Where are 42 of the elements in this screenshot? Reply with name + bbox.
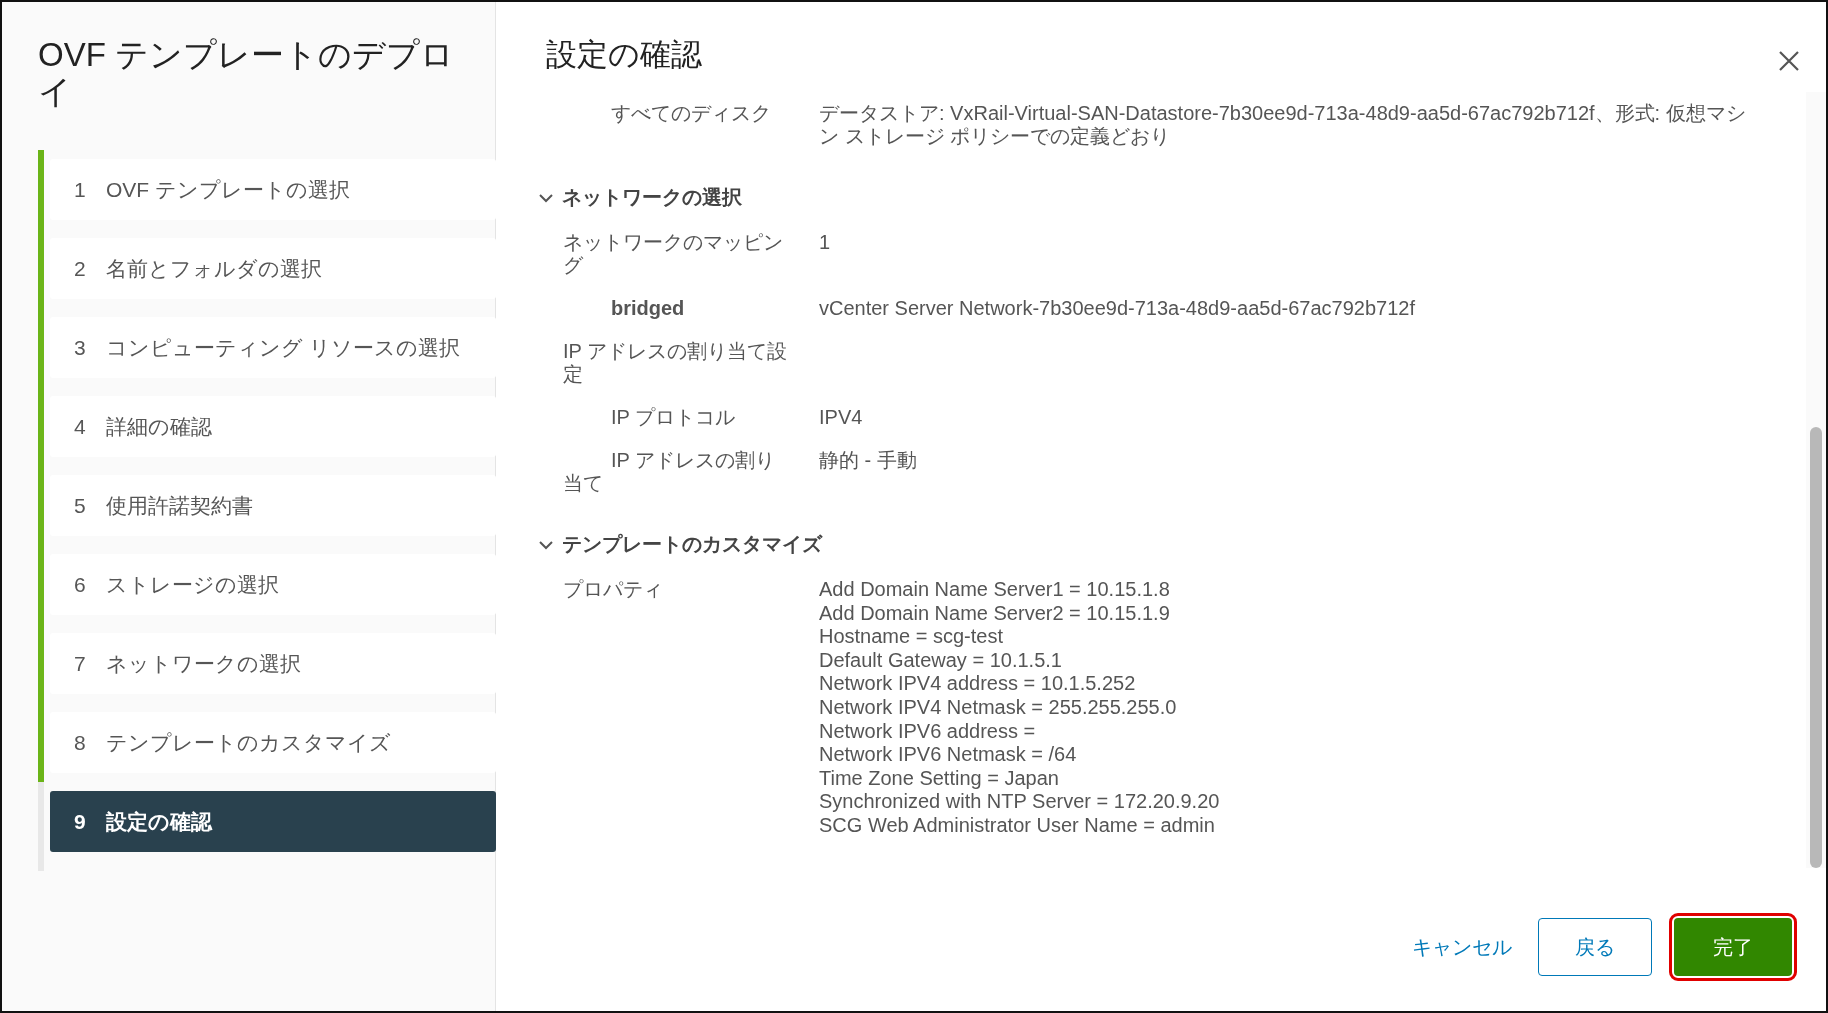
wizard-step[interactable]: 5 使用許諾契約書 (50, 475, 496, 536)
property-value: vCenter Server Network-7b30ee9d-713a-48d9-aa5d-67ac792b712f (819, 297, 1416, 320)
wizard-step[interactable]: 8 テンプレートのカスタマイズ (50, 712, 496, 773)
wizard-step[interactable]: 3 コンピューティング リソースの選択 (50, 317, 496, 378)
wizard-title: OVF テンプレートのデプロイ (38, 36, 455, 110)
property-value: データストア: VxRail-Virtual-SAN-Datastore-7b30ee9d-713a-48d9-aa5d-67ac792b712f、形式: 仮想マシン ストレージ ポリシーでの定義どおり (819, 102, 1747, 148)
property-line: Default Gateway = 10.1.5.1 (819, 648, 1063, 673)
property-line: Add Domain Name Server1 = 10.15.1.8 (819, 578, 1171, 602)
property-line: Network IPV4 Netmask = 255.255.255.0 (819, 695, 1178, 720)
wizard-step[interactable]: 6 ストレージの選択 (50, 554, 496, 615)
property-line: SCG Web Administrator User Name = admin (819, 813, 1216, 838)
property-label: IP プロトコル (610, 406, 737, 429)
close-icon[interactable] (1778, 50, 1800, 72)
back-button[interactable]: 戻る (1538, 918, 1652, 976)
chevron-icon (538, 191, 554, 204)
property-label: ネットワークのマッピング (563, 231, 784, 277)
property-line: Hostname = scg-test (819, 625, 1004, 649)
property-value: 1 (819, 231, 832, 255)
property-label: bridged (610, 297, 686, 320)
property-label: IP アドレスの割り当て設定 (563, 340, 789, 386)
property-label: すべてのディスク (610, 102, 772, 126)
cancel-link[interactable]: キャンセル (1408, 918, 1516, 976)
property-line: Time Zone Setting = Japan (819, 766, 1060, 791)
property-line: Network IPV6 address = (819, 719, 1037, 744)
wizard-step[interactable]: 9 設定の確認 (50, 791, 496, 852)
property-label: IP アドレスの割り当て (563, 449, 777, 495)
wizard-step[interactable]: 1 OVF テンプレートの選択 (50, 159, 496, 220)
property-value: 静的 - 手動 (819, 449, 918, 473)
property-value: IPV4 (819, 406, 864, 429)
wizard-step[interactable]: 4 詳細の確認 (50, 396, 496, 457)
property-label: プロパティ (563, 578, 664, 602)
property-line: Network IPV4 address = 10.1.5.252 (819, 672, 1137, 696)
section-header[interactable]: ネットワークの選択 (538, 184, 1762, 211)
property-line: Add Domain Name Server2 = 10.15.1.9 (819, 601, 1171, 626)
property-line: Network IPV6 Netmask = /64 (819, 743, 1078, 767)
property-line: Synchronized with NTP Server = 172.20.9.20 (819, 790, 1221, 814)
chevron-icon (538, 538, 554, 551)
wizard-step[interactable]: 2 名前とフォルダの選択 (50, 238, 496, 299)
page-title: 設定の確認 (546, 36, 702, 74)
section-header[interactable]: テンプレートのカスタマイズ (538, 531, 1762, 558)
wizard-step[interactable]: 7 ネットワークの選択 (50, 633, 496, 694)
scrollbar[interactable] (1806, 92, 1826, 868)
